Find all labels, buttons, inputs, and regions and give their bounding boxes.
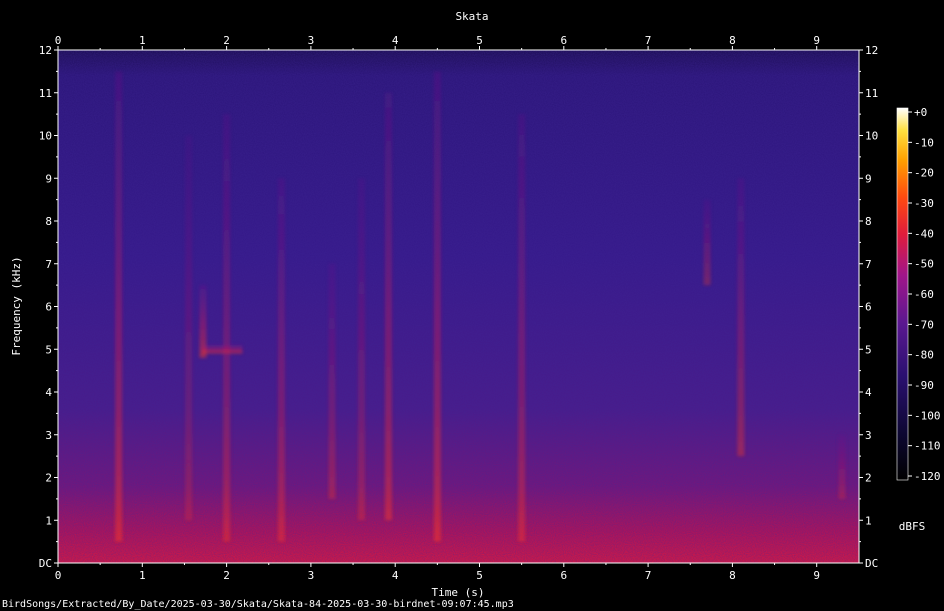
y-tick-label: 6: [45, 301, 52, 314]
x-tick-label: 8: [729, 569, 736, 582]
chart-title: Skata: [455, 10, 488, 23]
colorbar-tick-label: -70: [914, 318, 934, 331]
x-tick-label: 2: [223, 569, 230, 582]
colorbar-tick-label: -20: [914, 167, 934, 180]
x-tick-label-top: 2: [223, 34, 230, 47]
y-tick-label: 10: [39, 130, 52, 143]
colorbar-tick-label: -40: [914, 227, 934, 240]
y-tick-label: 7: [45, 258, 52, 271]
x-axis-title: Time (s): [432, 586, 485, 599]
y-tick-label: 9: [45, 172, 52, 185]
x-tick-label-top: 8: [729, 34, 736, 47]
y-tick-label: 3: [45, 429, 52, 442]
y-tick-label: 4: [45, 386, 52, 399]
x-tick-label-top: 4: [392, 34, 399, 47]
colorbar-tick-label: -80: [914, 349, 934, 362]
y-tick-label-right: 1: [865, 514, 872, 527]
y-tick-label-right: 6: [865, 301, 872, 314]
call-streak: [115, 71, 123, 542]
call-streak: [185, 135, 193, 521]
call-streak: [357, 178, 365, 521]
colorbar-tick-label: -90: [914, 379, 934, 392]
colorbar-tick-label: -10: [914, 136, 934, 149]
y-tick-label-right: 8: [865, 215, 872, 228]
y-tick-label: 1: [45, 514, 52, 527]
y-tick-label-right: 9: [865, 172, 872, 185]
colorbar-ticks: +0 -10 -20 -30 -40 -50 -60 -70 -80 -90 -100 -110 -12…: [908, 106, 941, 483]
file-path: BirdSongs/Extracted/By_Date/2025-03-30/S…: [2, 599, 514, 610]
x-tick-label: 6: [560, 569, 567, 582]
call-streak: [328, 263, 336, 499]
x-tick-label-top: 7: [645, 34, 652, 47]
x-tick-label-top: 6: [560, 34, 567, 47]
colorbar-tick-label: -120: [914, 470, 941, 483]
x-tick-label-top: 1: [139, 34, 146, 47]
y-tick-label-right: 11: [865, 87, 878, 100]
colorbar-tick-label: -50: [914, 258, 934, 271]
y-tick-label-right: 12: [865, 44, 878, 57]
y-tick-label: 12: [39, 44, 52, 57]
x-tick-label: 7: [645, 569, 652, 582]
y-tick-label-right: 4: [865, 386, 872, 399]
call-streak: [202, 344, 243, 354]
call-streak: [518, 114, 526, 542]
x-tick-label-top: 5: [476, 34, 483, 47]
x-tick-label-top: 0: [55, 34, 62, 47]
colorbar-tick-label: -60: [914, 288, 934, 301]
x-tick-label: 3: [308, 569, 315, 582]
call-streak: [838, 434, 846, 499]
call-streak: [703, 199, 711, 286]
y-tick-label: 8: [45, 215, 52, 228]
call-streak: [384, 92, 392, 521]
colorbar-tick-label: +0: [914, 106, 927, 119]
colorbar-tick-label: -100: [914, 409, 941, 422]
y-tick-label-right: DC: [865, 557, 878, 570]
y-tick-label-right: 3: [865, 429, 872, 442]
x-tick-label: 9: [813, 569, 820, 582]
y-tick-label: 2: [45, 472, 52, 485]
call-streak: [277, 178, 285, 542]
call-streak: [223, 114, 231, 542]
call-streak: [433, 71, 441, 542]
x-tick-label: 4: [392, 569, 399, 582]
y-tick-label-right: 2: [865, 472, 872, 485]
x-tick-label: 1: [139, 569, 146, 582]
y-tick-label-right: 5: [865, 343, 872, 356]
y-tick-label: 11: [39, 87, 52, 100]
x-tick-label: 0: [55, 569, 62, 582]
y-tick-label-right: 10: [865, 130, 878, 143]
call-streak: [737, 178, 745, 457]
spectrogram-figure: Skata 00112233445566778899DC DC1 12 23 34 45 5…: [10, 10, 941, 599]
x-tick-label-top: 3: [308, 34, 315, 47]
y-tick-label: DC: [39, 557, 52, 570]
colorbar-tick-label: -110: [914, 440, 941, 453]
y-tick-label-right: 7: [865, 258, 872, 271]
y-tick-label: 5: [45, 343, 52, 356]
colorbar: [896, 107, 909, 481]
x-tick-label: 5: [476, 569, 483, 582]
colorbar-label: dBFS: [899, 520, 926, 533]
y-axis-title: Frequency (kHz): [10, 256, 23, 355]
plot-area: [58, 50, 859, 563]
colorbar-tick-label: -30: [914, 197, 934, 210]
x-tick-label-top: 9: [813, 34, 820, 47]
